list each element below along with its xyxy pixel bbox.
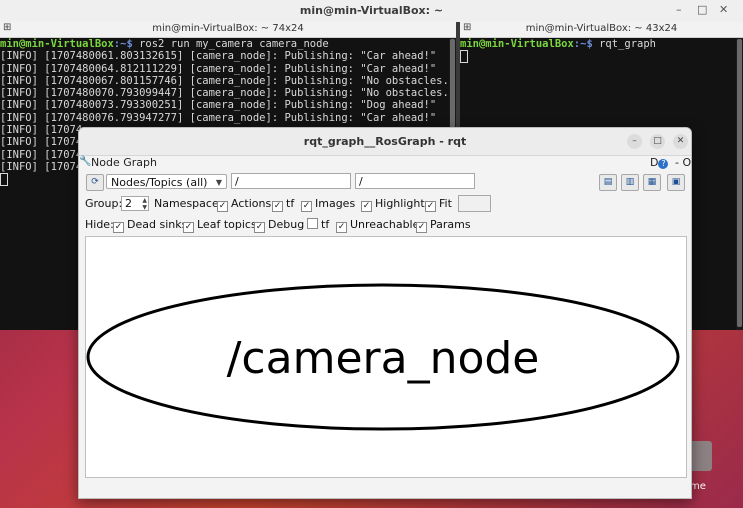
scrollbar-thumb[interactable] bbox=[737, 39, 742, 327]
graph-type-select[interactable]: Nodes/Topics (all) ▼ bbox=[106, 174, 227, 189]
command-text: rqt_graph bbox=[592, 38, 656, 50]
desktop-icon-label[interactable]: me bbox=[690, 481, 706, 492]
params-checkbox[interactable]: ✓ Params bbox=[416, 218, 471, 233]
log-line: [INFO] [1707480067.801157746] [camera_no… bbox=[0, 74, 449, 87]
actions-checkbox[interactable]: ✓ Actions bbox=[217, 197, 271, 212]
log-line: [INFO] [1707480061.803132615] [camera_no… bbox=[0, 50, 437, 63]
plugin-icon: 🔧 bbox=[79, 156, 92, 167]
right-terminal-scrollbar[interactable] bbox=[736, 38, 743, 330]
prompt-line: min@min-VirtualBox:~$ rqt_graph bbox=[460, 38, 656, 50]
close-button[interactable]: ✕ bbox=[719, 3, 728, 16]
graph-svg: /camera_node bbox=[86, 283, 680, 431]
namespaces-label: Namespaces bbox=[154, 197, 225, 210]
close-button[interactable]: ✕ bbox=[673, 134, 688, 149]
rqt-titlebar[interactable]: rqt_graph__RosGraph - rqt – □ ✕ bbox=[79, 128, 691, 156]
minimize-button[interactable]: – bbox=[627, 134, 642, 149]
plugin-dock-button[interactable]: D? bbox=[650, 156, 669, 169]
terminal-title: min@min-VirtualBox: ~ bbox=[299, 4, 444, 17]
terminal-titlebar[interactable]: min@min-VirtualBox: ~ – □ ✕ bbox=[0, 0, 743, 23]
save-dot-icon[interactable]: ▥ bbox=[621, 174, 639, 191]
debug-checkbox[interactable]: ✓ Debug bbox=[254, 218, 304, 233]
plugin-title: Node Graph bbox=[91, 156, 157, 169]
tf-checkbox[interactable]: ✓ tf bbox=[272, 197, 294, 212]
log-line: [INFO] [1707480073.793300251] [camera_no… bbox=[0, 99, 437, 112]
log-line: [INFO] [1707480070.793099447] [camera_no… bbox=[0, 87, 449, 100]
rqt-title: rqt_graph__RosGraph - rqt bbox=[303, 135, 467, 148]
group-spinbox[interactable]: 2 ▲ ▼ bbox=[121, 196, 149, 211]
minimize-button[interactable]: – bbox=[676, 3, 682, 16]
images-checkbox[interactable]: ✓ Images bbox=[301, 197, 355, 212]
rqt-graph-window: rqt_graph__RosGraph - rqt – □ ✕ 🔧 Node G… bbox=[78, 127, 692, 499]
plugin-header: 🔧 Node Graph D? - O bbox=[79, 155, 691, 172]
left-terminal-tab[interactable]: ⊞ min@min-VirtualBox: ~ 74x24 bbox=[0, 22, 456, 38]
command-text: ros2 run my_camera camera_node bbox=[132, 38, 329, 50]
hide-label: Hide: bbox=[85, 218, 114, 231]
group-label: Group: bbox=[85, 197, 123, 210]
load-dot-icon[interactable]: ▤ bbox=[599, 174, 617, 191]
log-line: [INFO] [1707480076.793947277] [camera_no… bbox=[0, 111, 437, 124]
topic-filter-input[interactable]: / bbox=[355, 173, 475, 189]
fit-button[interactable] bbox=[458, 195, 491, 212]
hide-row: Hide: ✓ Dead sinks ✓ Leaf topics ✓ Debug tf… bbox=[79, 218, 691, 234]
highlight-checkbox[interactable]: ✓ Highlight bbox=[361, 197, 425, 212]
unreachable-checkbox[interactable]: ✓ Unreachable bbox=[336, 218, 419, 233]
options-row: Group: 2 ▲ ▼ Namespaces ✓ Actions ✓ tf ✓ Imag… bbox=[79, 195, 691, 213]
right-terminal-title: min@min-VirtualBox: ~ 43x24 bbox=[525, 23, 678, 34]
plugin-close-button[interactable]: - O bbox=[675, 156, 691, 169]
maximize-button[interactable]: □ bbox=[650, 134, 665, 149]
node-label[interactable]: /camera_node bbox=[227, 333, 540, 384]
prompt-line: min@min-VirtualBox:~$ ros2 run my_camera… bbox=[0, 38, 329, 50]
refresh-icon[interactable]: ⟳ bbox=[86, 174, 104, 191]
save-image-icon[interactable]: ▣ bbox=[667, 174, 685, 191]
right-terminal-tab[interactable]: ⊞ min@min-VirtualBox: ~ 43x24 bbox=[460, 22, 743, 38]
terminal-cursor bbox=[460, 50, 736, 64]
namespace-filter-input[interactable]: / bbox=[231, 173, 351, 189]
save-svg-icon[interactable]: ▦ bbox=[643, 174, 661, 191]
graph-canvas[interactable]: /camera_node bbox=[85, 236, 687, 478]
log-line: [INFO] [1707480064.812111229] [camera_no… bbox=[0, 62, 437, 75]
toolbar-row: ⟳ Nodes/Topics (all) ▼ / / ▤ ▥ ▦ ▣ bbox=[79, 173, 691, 192]
tf-hide-checkbox[interactable]: tf bbox=[307, 218, 329, 231]
help-icon[interactable]: ? bbox=[658, 159, 669, 169]
fit-checkbox[interactable]: ✓ Fit bbox=[425, 197, 452, 212]
maximize-button[interactable]: □ bbox=[697, 3, 707, 16]
left-terminal-title: min@min-VirtualBox: ~ 74x24 bbox=[152, 23, 304, 34]
leaf-topics-checkbox[interactable]: ✓ Leaf topics bbox=[183, 218, 257, 233]
dead-sinks-checkbox[interactable]: ✓ Dead sinks bbox=[113, 218, 187, 233]
